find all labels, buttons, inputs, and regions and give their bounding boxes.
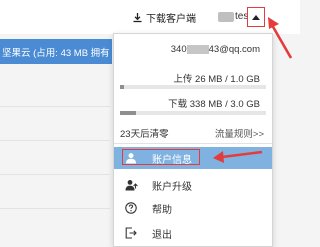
- arrow-annotation: [213, 150, 263, 163]
- annotation-arrows: [213, 17, 293, 163]
- arrow-annotation: [268, 17, 293, 59]
